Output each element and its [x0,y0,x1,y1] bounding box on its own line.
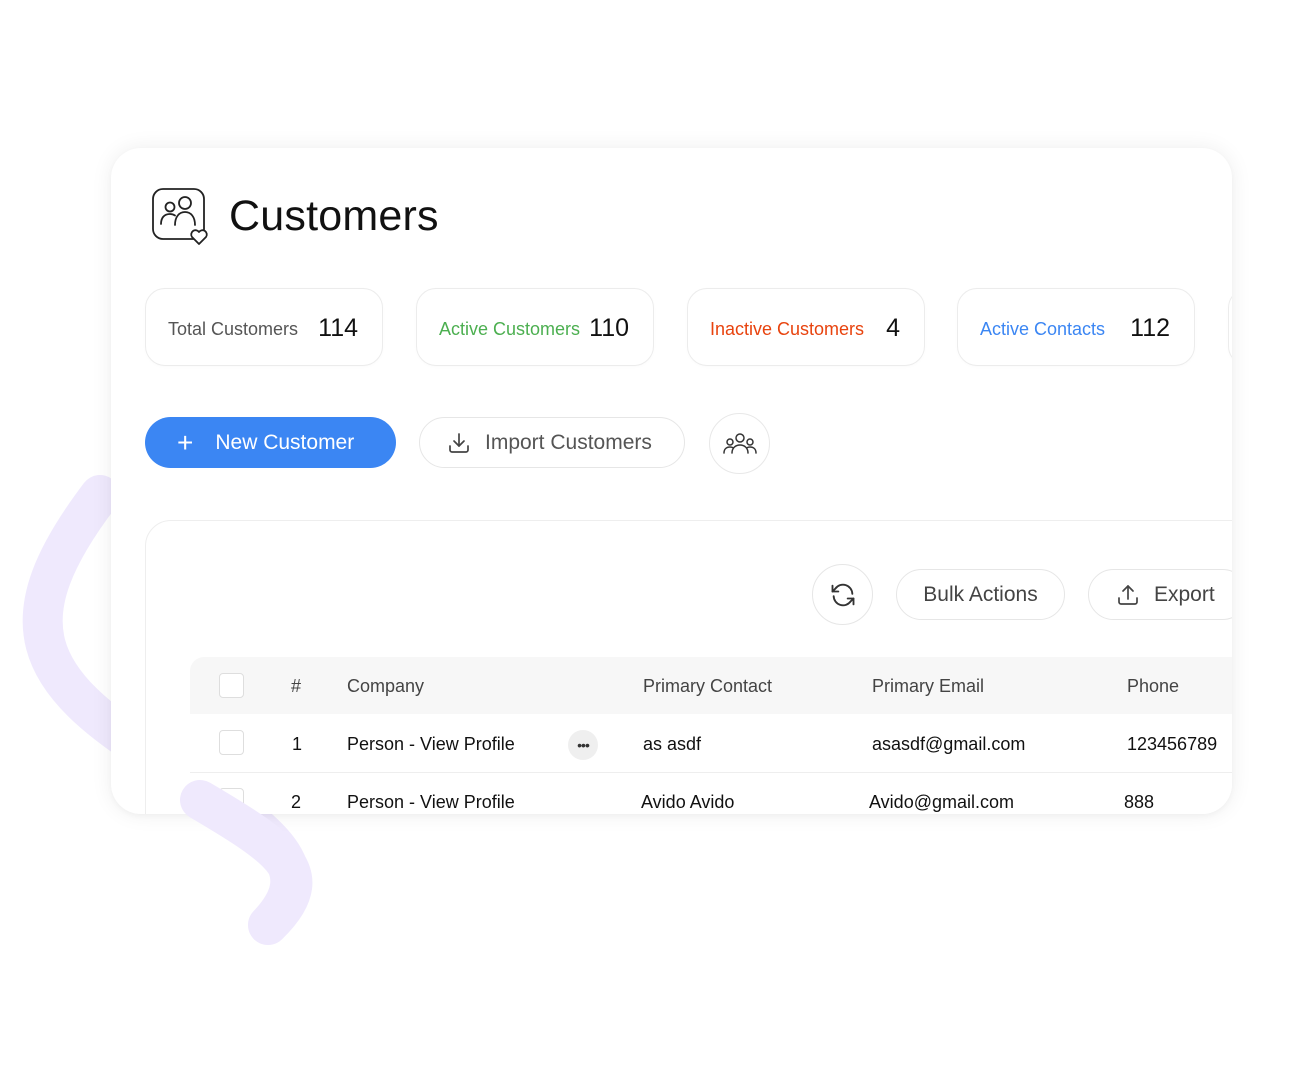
new-customer-label: New Customer [215,430,355,454]
new-customer-button[interactable]: + New Customer [145,417,396,468]
import-customers-label: Import Customers [485,430,652,454]
page-title: Customers [229,192,439,240]
stat-card-partial[interactable] [1228,288,1232,366]
export-label: Export [1154,582,1215,606]
company-link[interactable]: Person - View Profile [347,791,515,813]
customer-groups-button[interactable] [709,413,770,474]
customers-table-card: Bulk Actions Export # Company Primary Co… [145,520,1232,814]
stat-label: Total Customers [168,319,299,339]
phone: 123456789 [1127,734,1218,754]
stat-label: Active Contacts [980,319,1106,339]
refresh-icon [831,583,854,606]
stat-value: 4 [886,314,900,342]
row-number: 1 [292,734,303,754]
column-header-company[interactable]: Company [347,675,424,697]
customers-panel: Customers Total Customers 114 Active Cus… [111,148,1232,814]
stat-label: Inactive Customers [710,319,865,339]
column-header-primary-email[interactable]: Primary Email [872,675,984,697]
table-row[interactable]: 1 Person - View Profile ••• as asdf asas… [190,714,1232,773]
column-header-primary-contact[interactable]: Primary Contact [643,675,772,697]
primary-email[interactable]: Avido@gmail.com [869,791,1014,813]
more-options-button[interactable]: ••• [568,730,598,760]
primary-contact: as asdf [643,734,702,754]
row-checkbox[interactable] [219,788,244,813]
upload-icon [1118,584,1138,605]
stat-label: Active Customers [439,319,581,339]
customers-icon [152,188,208,245]
export-button[interactable]: Export [1088,569,1232,620]
stat-value: 110 [589,314,629,342]
stat-value: 114 [318,314,358,342]
company-link[interactable]: Person - View Profile [347,733,515,755]
import-customers-button[interactable]: Import Customers [419,417,685,468]
table-header: # Company Primary Contact Primary Email … [190,657,1232,714]
stat-total-customers[interactable]: Total Customers 114 [145,288,383,366]
refresh-button[interactable] [812,564,873,625]
stat-active-contacts[interactable]: Active Contacts 112 [957,288,1195,366]
bulk-actions-button[interactable]: Bulk Actions [896,569,1065,620]
stat-value: 112 [1130,314,1170,342]
users-group-icon [722,432,757,454]
column-header-number[interactable]: # [291,675,301,697]
table-row[interactable]: 2 Person - View Profile Avido Avido Avid… [190,773,1232,814]
primary-email[interactable]: asasdf@gmail.com [872,733,1025,755]
row-checkbox[interactable] [219,730,244,755]
stat-inactive-customers[interactable]: Inactive Customers 4 [687,288,925,366]
stat-active-customers[interactable]: Active Customers 110 [416,288,654,366]
column-header-phone[interactable]: Phone [1127,675,1179,697]
primary-contact: Avido Avido [641,792,735,812]
phone: 888 [1124,792,1155,812]
row-number: 2 [291,792,302,812]
select-all-checkbox[interactable] [219,673,244,698]
download-icon [449,432,469,453]
plus-icon: + [177,426,194,458]
